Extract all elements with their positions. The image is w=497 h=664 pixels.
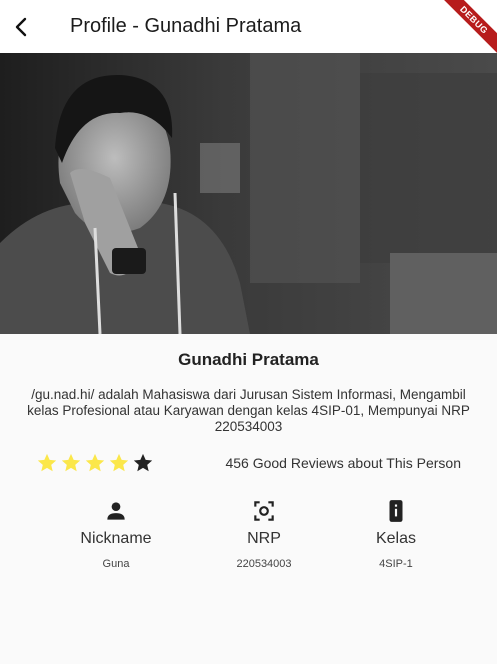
info-label: Kelas xyxy=(375,530,417,547)
info-label: Nickname xyxy=(80,530,152,547)
star-icon xyxy=(133,453,153,472)
profile-description: /gu.nad.hi/ adalah Mahasiswa dari Jurusa… xyxy=(27,387,470,434)
rating-row: 456 Good Reviews about This Person xyxy=(36,451,466,475)
info-value: 4SIP-1 xyxy=(379,558,413,570)
center-focus-icon xyxy=(254,501,274,521)
profile-photo xyxy=(0,53,497,334)
star-icon xyxy=(61,453,81,472)
star-icon xyxy=(85,453,105,472)
arrow-back-icon xyxy=(15,17,27,36)
star-icon xyxy=(37,453,57,472)
star-icon xyxy=(109,453,129,472)
profile-name: Gunadhi Pratama xyxy=(178,350,319,369)
info-label: NRP xyxy=(247,530,281,547)
info-nickname: Nickname Guna xyxy=(56,498,176,570)
app-bar: Profile - Gunadhi Pratama xyxy=(0,0,497,53)
info-value: 220534003 xyxy=(236,558,292,570)
page-title: Profile - Gunadhi Pratama xyxy=(70,15,302,37)
person-icon xyxy=(107,502,125,520)
info-value: Guna xyxy=(102,558,130,570)
star-rating xyxy=(36,452,154,474)
reviews-count: 456 Good Reviews about This Person xyxy=(225,455,461,471)
info-nrp: NRP 220534003 xyxy=(204,498,324,570)
info-row: Nickname Guna NRP 220534003 Kelas 4SIP-1 xyxy=(0,498,497,588)
back-button[interactable] xyxy=(2,7,42,47)
phone-info-icon xyxy=(389,500,403,522)
info-kelas: Kelas 4SIP-1 xyxy=(336,498,456,570)
